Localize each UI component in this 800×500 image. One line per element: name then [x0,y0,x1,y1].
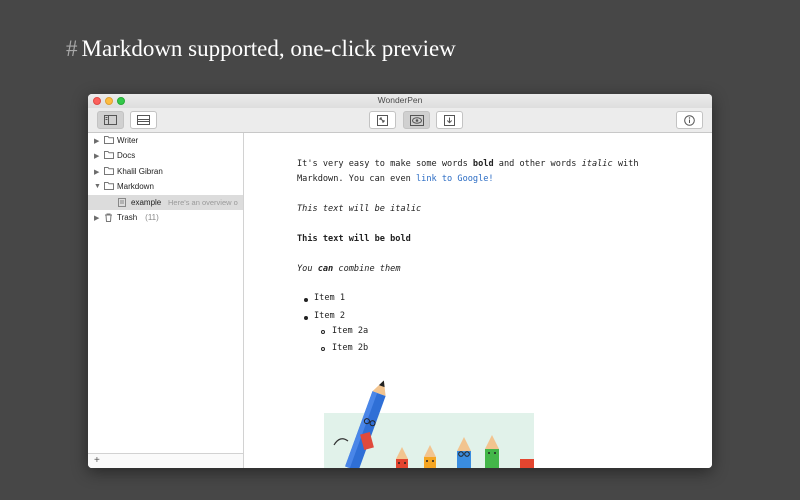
sidebar-item-khalil-gibran[interactable]: ▶ Khalil Gibran [88,164,243,179]
note-snippet: Here's an overview o [168,198,238,207]
text-run: with [612,159,639,169]
paragraph-line-2: Markdown. You can even link to Google! [297,172,494,187]
disclosure-right-icon[interactable]: ▶ [94,137,102,145]
bold-line: This text will be bold [297,232,411,247]
sidebar-item-label: Markdown [117,182,154,191]
list-item: Item 2a [332,326,369,336]
italic-text: This text will be italic [297,204,422,214]
info-icon [684,114,695,126]
sidebar-item-docs[interactable]: ▶ Docs [88,148,243,163]
text-run: and other words [493,159,582,169]
eye-icon [409,114,424,126]
disclosure-down-icon[interactable]: ▼ [94,183,102,190]
list-item: Item 2b [332,343,369,353]
sidebar-item-writer[interactable]: ▶ Writer [88,133,243,148]
folder-icon [104,167,114,175]
hollow-bullet-icon [321,330,325,334]
folder-icon [104,136,114,144]
toggle-panel-button[interactable] [130,111,157,129]
disclosure-right-icon[interactable]: ▶ [94,168,102,176]
hollow-bullet-icon [321,347,325,351]
bold-text: This text will be bold [297,234,411,244]
title-bar: WonderPen [88,94,712,108]
pencils-illustration [324,380,534,468]
sidebar-footer: + [88,453,243,468]
trash-count: (11) [145,213,159,222]
preview-button[interactable] [403,111,430,129]
list-item: Item 1 [314,293,346,303]
markdown-preview: It's very easy to make some words bold a… [244,133,712,468]
add-button[interactable]: + [94,455,100,466]
list-item: Item 2 [314,311,346,321]
bold-text: bold [472,159,494,169]
trash-icon [105,213,112,222]
sidebar-item-label: Khalil Gibran [117,167,163,176]
sidebar-icon [104,115,117,125]
sidebar-item-label: example [131,198,162,207]
toolbar [88,108,712,133]
italic-line: This text will be italic [297,202,421,217]
sidebar-item-label: Writer [117,136,139,145]
export-button[interactable] [436,111,463,129]
sidebar: ▶ Writer ▶ Docs ▶ Khalil Gibran ▼ Markdo… [88,133,244,468]
bullet-icon [304,316,308,320]
headline: # Markdown supported, one-click preview [66,36,456,62]
disclosure-right-icon[interactable]: ▶ [94,214,102,222]
toggle-sidebar-button[interactable] [97,111,124,129]
headline-text: Markdown supported, one-click preview [81,36,456,61]
sidebar-item-example[interactable]: example Here's an overview o [88,195,243,210]
trash-label: Trash [117,213,138,222]
panel-icon [137,115,150,125]
text-run: Markdown. You can even [297,174,416,184]
headline-hash: # [66,36,78,61]
expand-icon [377,114,388,126]
combined-line: You can combine them [297,262,401,277]
window-title: WonderPen [377,95,423,105]
paragraph-line-1: It's very easy to make some words bold a… [297,157,639,172]
document-icon [118,198,126,207]
sidebar-item-trash[interactable]: ▶ Trash (11) [88,210,243,225]
bullet-icon [304,298,308,302]
folder-icon [104,151,114,159]
disclosure-right-icon[interactable]: ▶ [94,152,102,160]
bold-italic-text: can [317,264,334,274]
italic-text: You [297,264,318,274]
sidebar-item-label: Trash (11) [117,213,159,222]
google-link[interactable]: link to Google! [416,174,494,184]
download-icon [444,114,455,126]
sidebar-item-label: Docs [117,151,136,160]
sidebar-item-markdown[interactable]: ▼ Markdown [88,179,243,194]
fullscreen-button[interactable] [369,111,396,129]
folder-icon [104,182,114,190]
italic-text: combine them [333,264,401,274]
italic-text: italic [581,159,613,169]
info-button[interactable] [676,111,703,129]
app-window: WonderPen ▶ Writer ▶ Docs ▶ Khalil Gibra… [88,94,712,468]
text-run: It's very easy to make some words [297,159,473,169]
